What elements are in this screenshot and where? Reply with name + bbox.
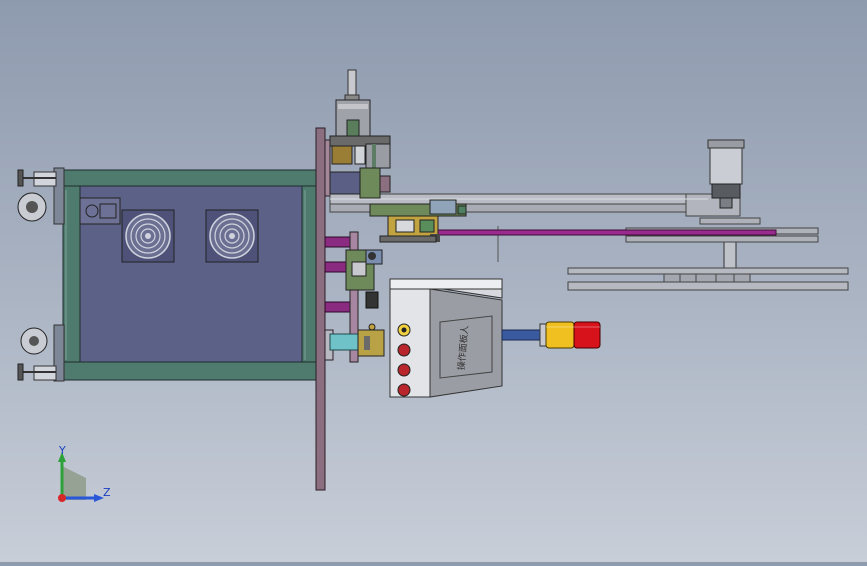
fan-icon	[121, 209, 175, 263]
signal-tower-icon	[501, 321, 601, 349]
cad-viewport[interactable]: 操作面板人 Y Z	[0, 0, 867, 562]
right-plates	[497, 217, 849, 291]
caster-top	[17, 167, 65, 225]
z-axis-label: Z	[103, 486, 111, 499]
model-canvas[interactable]: 操作面板人 Y Z	[0, 0, 867, 562]
control-panel-face	[389, 286, 431, 398]
top-rail	[62, 169, 320, 187]
stop-button[interactable]	[397, 343, 411, 357]
top-cylinder	[329, 69, 391, 169]
caster-bottom	[17, 324, 65, 382]
beacon-red	[573, 321, 601, 349]
panel-bracket	[79, 197, 121, 225]
x-axis-icon	[58, 494, 66, 502]
drive-belt	[429, 229, 777, 236]
emergency-stop-button[interactable]	[397, 383, 411, 397]
mounting-plate	[315, 127, 326, 491]
fan-icon	[205, 209, 259, 263]
coordinate-triad: Y Z	[58, 444, 111, 502]
y-axis-label: Y	[58, 444, 66, 457]
bottom-rail	[62, 361, 320, 381]
reset-button[interactable]	[397, 363, 411, 377]
beacon-yellow	[545, 321, 575, 349]
control-panel[interactable]: 操作面板人	[389, 278, 503, 398]
